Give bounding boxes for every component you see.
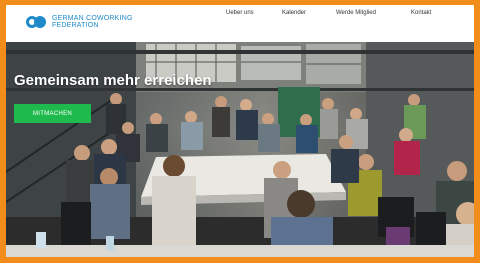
logo-line-1: GERMAN COWORKING <box>52 15 133 22</box>
hero-title: Gemeinsam mehr erreichen <box>14 72 212 89</box>
nav-link-werde-mitglied[interactable]: Werde Mitglied <box>336 10 376 16</box>
hero-section: Gemeinsam mehr erreichen MITMACHEN <box>6 42 474 257</box>
logo-line-2: FEDERATION <box>52 22 99 29</box>
navbar: GERMAN COWORKING FEDERATION Ueber uns Ka… <box>6 5 474 42</box>
site-logo[interactable]: GERMAN COWORKING FEDERATION <box>26 11 146 33</box>
nav-link-kontakt[interactable]: Kontakt <box>411 10 431 16</box>
web-page: GERMAN COWORKING FEDERATION Ueber uns Ka… <box>6 5 474 257</box>
nav-link-ueber-uns[interactable]: Ueber uns <box>226 10 254 16</box>
mitmachen-button[interactable]: MITMACHEN <box>14 104 91 123</box>
logo-text: GERMAN COWORKING FEDERATION <box>52 15 133 29</box>
nav-link-kalender[interactable]: Kalender <box>282 10 306 16</box>
logo-mark-icon <box>26 15 48 29</box>
